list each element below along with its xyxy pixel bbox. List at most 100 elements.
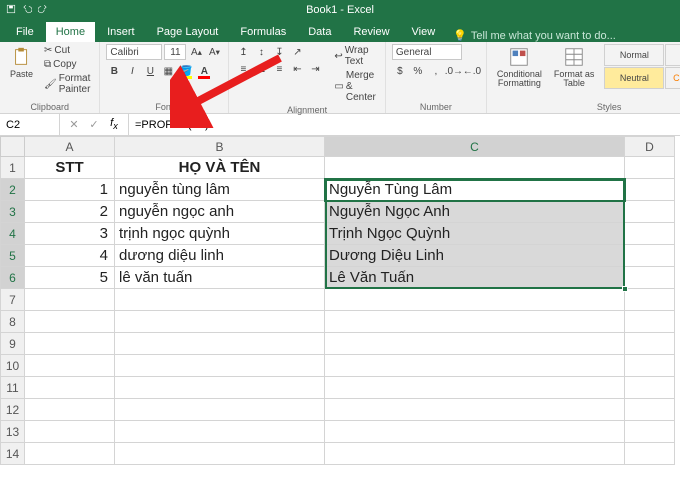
cell-A1[interactable]: STT: [25, 157, 115, 179]
tab-home[interactable]: Home: [46, 22, 95, 42]
undo-icon[interactable]: [22, 4, 32, 17]
cell-A4[interactable]: 3: [25, 223, 115, 245]
cell-B10[interactable]: [115, 355, 325, 377]
row-header-14[interactable]: 14: [1, 443, 25, 465]
cell-D6[interactable]: [625, 267, 675, 289]
merge-center-button[interactable]: ▭Merge & Center: [331, 69, 378, 104]
align-center-icon[interactable]: ≣: [253, 61, 269, 77]
row-header-12[interactable]: 12: [1, 399, 25, 421]
cell-B9[interactable]: [115, 333, 325, 355]
cell-A11[interactable]: [25, 377, 115, 399]
tab-insert[interactable]: Insert: [97, 22, 145, 42]
cell-C1[interactable]: [325, 157, 625, 179]
row-header-5[interactable]: 5: [1, 245, 25, 267]
font-name-combo[interactable]: Calibri: [106, 44, 162, 60]
cell-C8[interactable]: [325, 311, 625, 333]
enter-formula-icon[interactable]: ✓: [86, 117, 102, 133]
align-top-icon[interactable]: ↥: [235, 44, 251, 60]
font-size-combo[interactable]: 11: [164, 44, 186, 60]
cell-A3[interactable]: 2: [25, 201, 115, 223]
cell-C10[interactable]: [325, 355, 625, 377]
dec-decimal-icon[interactable]: ←.0: [464, 63, 480, 79]
row-header-7[interactable]: 7: [1, 289, 25, 311]
orientation-icon[interactable]: ↗: [289, 44, 305, 60]
cell-A12[interactable]: [25, 399, 115, 421]
row-header-8[interactable]: 8: [1, 311, 25, 333]
indent-dec-icon[interactable]: ⇤: [289, 61, 305, 77]
cell-D3[interactable]: [625, 201, 675, 223]
cell-A14[interactable]: [25, 443, 115, 465]
cell-B5[interactable]: dương diệu linh: [115, 245, 325, 267]
cell-D8[interactable]: [625, 311, 675, 333]
increase-font-icon[interactable]: A▴: [188, 44, 204, 60]
bold-button[interactable]: B: [106, 63, 122, 79]
tab-formulas[interactable]: Formulas: [230, 22, 296, 42]
cell-D9[interactable]: [625, 333, 675, 355]
cell-D4[interactable]: [625, 223, 675, 245]
row-header-4[interactable]: 4: [1, 223, 25, 245]
cell-D13[interactable]: [625, 421, 675, 443]
align-bottom-icon[interactable]: ↧: [271, 44, 287, 60]
cell-C5[interactable]: Dương Diệu Linh: [325, 245, 625, 267]
tab-data[interactable]: Data: [298, 22, 341, 42]
cell-D10[interactable]: [625, 355, 675, 377]
format-painter-button[interactable]: 🖌Format Painter: [41, 72, 93, 96]
cell-C7[interactable]: [325, 289, 625, 311]
cell-B14[interactable]: [115, 443, 325, 465]
cell-B4[interactable]: trịnh ngọc quỳnh: [115, 223, 325, 245]
col-header-D[interactable]: D: [625, 137, 675, 157]
col-header-C[interactable]: C: [325, 137, 625, 157]
row-header-11[interactable]: 11: [1, 377, 25, 399]
tab-view[interactable]: View: [402, 22, 446, 42]
fill-color-button[interactable]: 🪣: [178, 63, 194, 79]
underline-button[interactable]: U: [142, 63, 158, 79]
percent-icon[interactable]: %: [410, 63, 426, 79]
wrap-text-button[interactable]: ↩Wrap Text: [331, 44, 378, 68]
cell-D5[interactable]: [625, 245, 675, 267]
cell-D7[interactable]: [625, 289, 675, 311]
cell-D11[interactable]: [625, 377, 675, 399]
cell-C4[interactable]: Trịnh Ngọc Quỳnh: [325, 223, 625, 245]
cell-D1[interactable]: [625, 157, 675, 179]
cell-B13[interactable]: [115, 421, 325, 443]
tell-me[interactable]: 💡 Tell me what you want to do...: [453, 29, 616, 42]
align-left-icon[interactable]: ≡: [235, 61, 251, 77]
row-header-9[interactable]: 9: [1, 333, 25, 355]
cell-C2[interactable]: Nguyễn Tùng Lâm: [325, 179, 625, 201]
cell-D12[interactable]: [625, 399, 675, 421]
number-format-combo[interactable]: General: [392, 44, 462, 60]
tab-review[interactable]: Review: [343, 22, 399, 42]
cell-D2[interactable]: [625, 179, 675, 201]
paste-button[interactable]: Paste: [6, 44, 37, 81]
cell-D14[interactable]: [625, 443, 675, 465]
cell-C6[interactable]: Lê Văn Tuấn: [325, 267, 625, 289]
cell-C12[interactable]: [325, 399, 625, 421]
currency-icon[interactable]: $: [392, 63, 408, 79]
cell-B12[interactable]: [115, 399, 325, 421]
font-color-button[interactable]: A: [196, 63, 212, 79]
style-bad[interactable]: Bad: [665, 44, 680, 66]
name-box[interactable]: C2: [0, 114, 60, 135]
cell-C11[interactable]: [325, 377, 625, 399]
copy-button[interactable]: ⧉Copy: [41, 58, 93, 71]
redo-icon[interactable]: [38, 4, 48, 17]
save-icon[interactable]: [6, 4, 16, 17]
formula-input[interactable]: =PROPER(B2): [129, 118, 680, 131]
format-as-table-button[interactable]: Format as Table: [550, 44, 599, 91]
cell-A9[interactable]: [25, 333, 115, 355]
cut-button[interactable]: ✂Cut: [41, 44, 93, 57]
row-header-13[interactable]: 13: [1, 421, 25, 443]
cell-A2[interactable]: 1: [25, 179, 115, 201]
border-button[interactable]: ▦: [160, 63, 176, 79]
col-header-B[interactable]: B: [115, 137, 325, 157]
cell-A7[interactable]: [25, 289, 115, 311]
tab-file[interactable]: File: [6, 22, 44, 42]
decrease-font-icon[interactable]: A▾: [206, 44, 222, 60]
fill-handle[interactable]: [622, 286, 628, 292]
align-right-icon[interactable]: ≡: [271, 61, 287, 77]
cancel-formula-icon[interactable]: ✕: [66, 117, 82, 133]
cell-B8[interactable]: [115, 311, 325, 333]
select-all-button[interactable]: [1, 137, 25, 157]
row-header-10[interactable]: 10: [1, 355, 25, 377]
inc-decimal-icon[interactable]: .0→: [446, 63, 462, 79]
